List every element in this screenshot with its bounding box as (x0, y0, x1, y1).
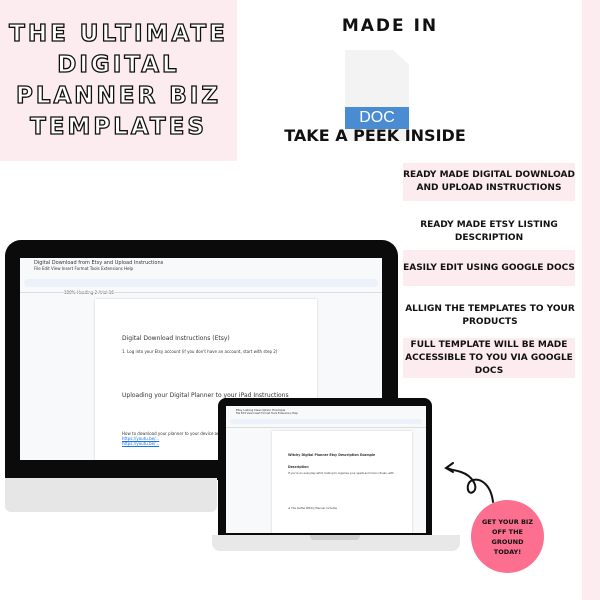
doc-ruler (20, 289, 382, 293)
monitor-chin (5, 478, 217, 512)
title-line: DIGITAL (57, 51, 180, 78)
doc-bullet: ★ The Ioethe Witchy Planner includes (288, 507, 337, 510)
made-in-label: MADE IN (341, 16, 439, 36)
doc-header: Digital Download from Etsy and Upload In… (20, 258, 382, 278)
doc-heading: Witchy Digital Planner Etsy Description … (288, 453, 376, 457)
feature-item: READY MADE ETSY LISTING DESCRIPTION (420, 220, 558, 243)
doc-step: 1. Log into your Etsy account (if you do… (122, 349, 278, 354)
laptop-notch (310, 535, 360, 540)
pink-strip (582, 0, 600, 600)
laptop-screen-google-doc: Etsy Listing Description Example File Ed… (226, 406, 426, 533)
feature-item: FULL TEMPLATE WILL BE MADE ACCESSIBLE TO… (403, 338, 575, 378)
curly-arrow-icon (444, 462, 494, 503)
doc-ruler (226, 425, 426, 428)
cta-badge: GET YOUR BIZ OFF THE GROUND TODAY! (471, 500, 544, 573)
doc-toolbar (230, 419, 422, 424)
title-line: THE ULTIMATE (8, 20, 228, 47)
doc-paragraph: If you're an everyday witch looking to o… (288, 472, 394, 475)
doc-header: Etsy Listing Description Example File Ed… (226, 406, 426, 418)
title-line: PLANNER BIZ (15, 82, 221, 109)
feature-item: ALLIGN THE TEMPLATES TO YOUR PRODUCTS (405, 304, 575, 327)
doc-heading: Digital Download Instructions (Etsy) (122, 335, 230, 342)
feature-item: EASILY EDIT USING GOOGLE DOCS (403, 250, 575, 286)
feature-item: READY MADE DIGITAL DOWNLOAD AND UPLOAD I… (403, 163, 575, 201)
doc-menu: File Edit View Insert Format Tools Exten… (236, 412, 298, 415)
doc-page: Witchy Digital Planner Etsy Description … (272, 431, 412, 533)
title-box: THE ULTIMATE DIGITAL PLANNER BIZ TEMPLAT… (0, 0, 237, 161)
title-line: TEMPLATES (29, 113, 207, 140)
doc-menu: File Edit View Insert Format Tools Exten… (34, 266, 134, 271)
cta-text: GET YOUR BIZ OFF THE GROUND TODAY! (481, 517, 534, 556)
take-a-peek-heading: TAKE A PEEK INSIDE (284, 126, 466, 145)
doc-toolbar: 100% Heading 2 Arial 16 (24, 279, 378, 295)
doc-subheading: Description (288, 465, 309, 469)
